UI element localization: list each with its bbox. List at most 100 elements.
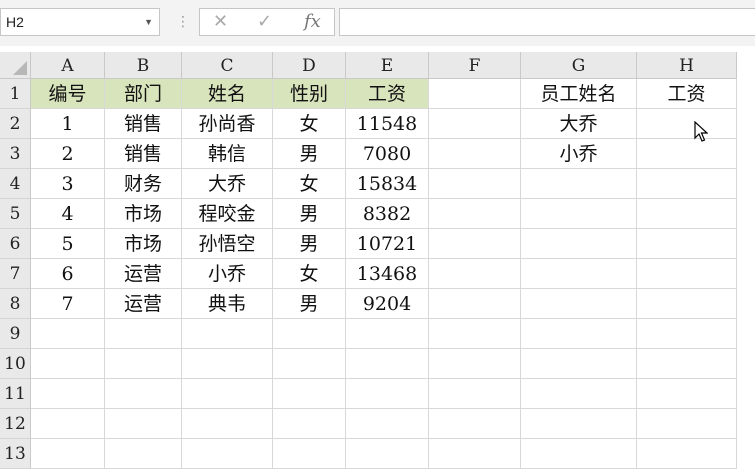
cell-f9[interactable] [429, 319, 521, 349]
cell-h12[interactable] [637, 409, 737, 439]
cell-b12[interactable] [105, 409, 182, 439]
cell-a5[interactable]: 4 [31, 199, 105, 229]
cell-a2[interactable]: 1 [31, 109, 105, 139]
cell-f8[interactable] [429, 289, 521, 319]
row-header-8[interactable]: 8 [0, 289, 31, 319]
cell-a11[interactable] [31, 379, 105, 409]
cell-a6[interactable]: 5 [31, 229, 105, 259]
cell-b11[interactable] [105, 379, 182, 409]
cell-b13[interactable] [105, 439, 182, 469]
cell-c9[interactable] [182, 319, 273, 349]
row-header-12[interactable]: 12 [0, 409, 31, 439]
row-header-5[interactable]: 5 [0, 199, 31, 229]
row-header-2[interactable]: 2 [0, 109, 31, 139]
cell-a4[interactable]: 3 [31, 169, 105, 199]
check-icon[interactable]: ✓ [257, 11, 272, 33]
row-header-4[interactable]: 4 [0, 169, 31, 199]
column-header-a[interactable]: A [31, 52, 105, 79]
cell-g10[interactable] [521, 349, 637, 379]
cell-g13[interactable] [521, 439, 637, 469]
fx-icon[interactable]: fx [304, 11, 321, 33]
column-header-b[interactable]: B [105, 52, 182, 79]
cell-h8[interactable] [637, 289, 737, 319]
cell-a8[interactable]: 7 [31, 289, 105, 319]
cell-g11[interactable] [521, 379, 637, 409]
cell-e5[interactable]: 8382 [346, 199, 429, 229]
cell-g8[interactable] [521, 289, 637, 319]
cell-a1[interactable]: 编号 [31, 79, 105, 109]
cell-d6[interactable]: 男 [273, 229, 346, 259]
cell-g7[interactable] [521, 259, 637, 289]
cell-d2[interactable]: 女 [273, 109, 346, 139]
cell-g9[interactable] [521, 319, 637, 349]
cell-g4[interactable] [521, 169, 637, 199]
cell-h4[interactable] [637, 169, 737, 199]
cell-e8[interactable]: 9204 [346, 289, 429, 319]
cell-h3[interactable] [637, 139, 737, 169]
cell-f4[interactable] [429, 169, 521, 199]
cell-a10[interactable] [31, 349, 105, 379]
cell-d13[interactable] [273, 439, 346, 469]
column-header-d[interactable]: D [273, 52, 346, 79]
cell-e13[interactable] [346, 439, 429, 469]
cell-g3[interactable]: 小乔 [521, 139, 637, 169]
cell-d12[interactable] [273, 409, 346, 439]
cell-h2[interactable] [637, 109, 737, 139]
cell-b9[interactable] [105, 319, 182, 349]
chevron-down-icon[interactable]: ▼ [144, 9, 153, 35]
cell-e1[interactable]: 工资 [346, 79, 429, 109]
cell-d4[interactable]: 女 [273, 169, 346, 199]
cell-b10[interactable] [105, 349, 182, 379]
cell-c12[interactable] [182, 409, 273, 439]
cell-e10[interactable] [346, 349, 429, 379]
row-header-6[interactable]: 6 [0, 229, 31, 259]
cell-b1[interactable]: 部门 [105, 79, 182, 109]
cell-c6[interactable]: 孙悟空 [182, 229, 273, 259]
cell-b8[interactable]: 运营 [105, 289, 182, 319]
cell-h5[interactable] [637, 199, 737, 229]
cell-c11[interactable] [182, 379, 273, 409]
cell-d11[interactable] [273, 379, 346, 409]
cell-a12[interactable] [31, 409, 105, 439]
cell-e2[interactable]: 11548 [346, 109, 429, 139]
cell-d10[interactable] [273, 349, 346, 379]
row-header-13[interactable]: 13 [0, 439, 31, 469]
cell-e12[interactable] [346, 409, 429, 439]
name-box[interactable]: H2 ▼ [0, 8, 160, 36]
row-header-7[interactable]: 7 [0, 259, 31, 289]
cell-g2[interactable]: 大乔 [521, 109, 637, 139]
cell-c1[interactable]: 姓名 [182, 79, 273, 109]
cell-f10[interactable] [429, 349, 521, 379]
cell-f3[interactable] [429, 139, 521, 169]
cell-e6[interactable]: 10721 [346, 229, 429, 259]
select-all-corner[interactable] [0, 52, 31, 79]
cell-h7[interactable] [637, 259, 737, 289]
cell-a7[interactable]: 6 [31, 259, 105, 289]
cell-a9[interactable] [31, 319, 105, 349]
cell-h13[interactable] [637, 439, 737, 469]
cell-c8[interactable]: 典韦 [182, 289, 273, 319]
column-header-h[interactable]: H [637, 52, 737, 79]
cell-c10[interactable] [182, 349, 273, 379]
cell-c4[interactable]: 大乔 [182, 169, 273, 199]
formula-input[interactable] [339, 8, 755, 36]
cell-a13[interactable] [31, 439, 105, 469]
cell-h1[interactable]: 工资 [637, 79, 737, 109]
cell-d5[interactable]: 男 [273, 199, 346, 229]
cell-f2[interactable] [429, 109, 521, 139]
cell-h6[interactable] [637, 229, 737, 259]
cell-d9[interactable] [273, 319, 346, 349]
cell-d8[interactable]: 男 [273, 289, 346, 319]
cell-g5[interactable] [521, 199, 637, 229]
cell-b5[interactable]: 市场 [105, 199, 182, 229]
cell-c3[interactable]: 韩信 [182, 139, 273, 169]
cell-f13[interactable] [429, 439, 521, 469]
cell-f1[interactable] [429, 79, 521, 109]
column-header-g[interactable]: G [521, 52, 637, 79]
cell-f12[interactable] [429, 409, 521, 439]
cell-g6[interactable] [521, 229, 637, 259]
cell-b3[interactable]: 销售 [105, 139, 182, 169]
cell-h9[interactable] [637, 319, 737, 349]
row-header-1[interactable]: 1 [0, 79, 31, 109]
cell-d7[interactable]: 女 [273, 259, 346, 289]
